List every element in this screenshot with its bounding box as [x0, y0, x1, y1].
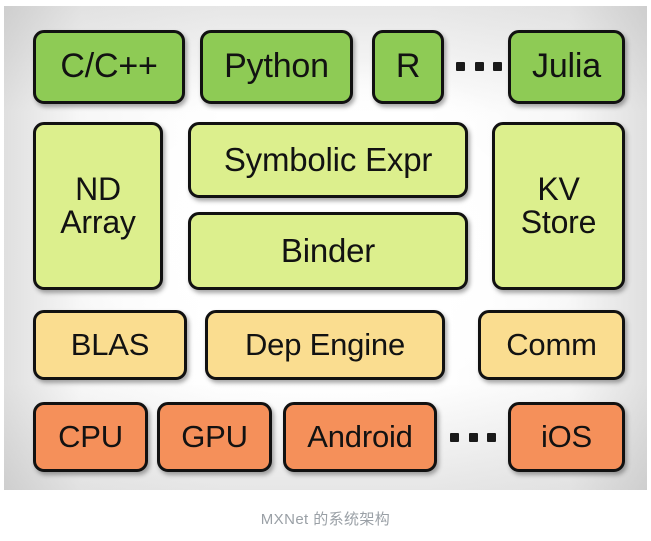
box-ios: iOS	[508, 402, 625, 472]
box-r: R	[372, 30, 444, 104]
ellipsis-language-layer	[456, 60, 502, 72]
box-gpu: GPU	[157, 402, 272, 472]
ellipsis-dot	[468, 432, 478, 442]
box-blas: BLAS	[33, 310, 187, 380]
box-julia: Julia	[508, 30, 625, 104]
box-symbolic-expr: Symbolic Expr	[188, 122, 468, 198]
ellipsis-hardware-layer	[450, 431, 496, 443]
box-kv-store: KV Store	[492, 122, 625, 290]
ellipsis-dot	[474, 61, 484, 71]
box-android: Android	[283, 402, 437, 472]
box-dep-engine: Dep Engine	[205, 310, 445, 380]
diagram-caption: MXNet 的系统架构	[260, 511, 391, 528]
box-binder: Binder	[188, 212, 468, 290]
box-cpu: CPU	[33, 402, 148, 472]
ellipsis-dot	[450, 432, 459, 442]
ellipsis-dot	[487, 432, 496, 442]
box-comm: Comm	[478, 310, 625, 380]
box-nd-array: ND Array	[33, 122, 163, 290]
ellipsis-dot	[493, 61, 502, 71]
ellipsis-dot	[456, 61, 465, 71]
diagram-canvas: C/C++ Python R Julia ND Array Symbolic E…	[0, 0, 651, 541]
box-c-cpp: C/C++	[33, 30, 185, 104]
box-python: Python	[200, 30, 353, 104]
